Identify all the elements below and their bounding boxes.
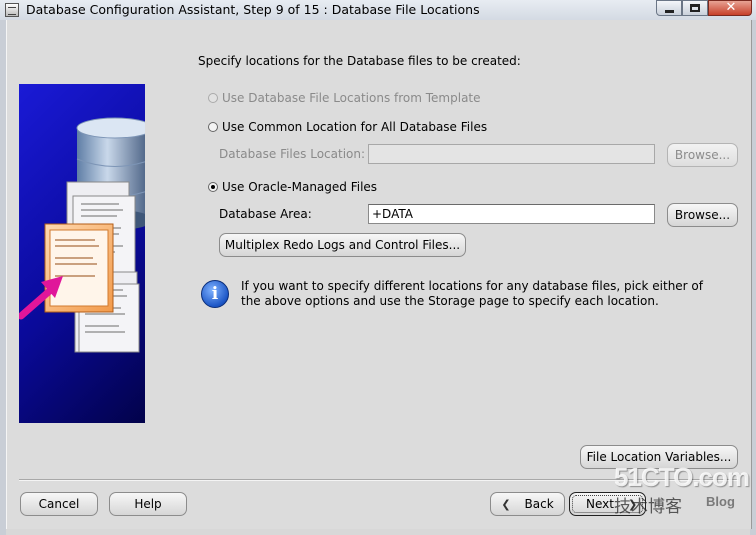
common-browse-button[interactable]: Browse... — [667, 143, 738, 167]
file-location-variables-button[interactable]: File Location Variables... — [580, 445, 738, 469]
radio-label: Use Database File Locations from Templat… — [222, 91, 481, 105]
page-heading: Specify locations for the Database files… — [198, 54, 521, 68]
radio-label: Use Common Location for All Database Fil… — [222, 120, 488, 134]
back-button[interactable]: ❮ Back — [490, 492, 565, 516]
next-label: Next — [586, 497, 614, 511]
close-button[interactable]: ✕ — [708, 0, 752, 16]
database-area-label: Database Area: — [219, 207, 312, 221]
radio-button[interactable] — [208, 93, 218, 103]
minimize-icon — [665, 10, 674, 13]
application-icon[interactable] — [5, 3, 19, 17]
database-files-location-label: Database Files Location: — [219, 147, 366, 161]
radio-oracle-managed-files[interactable]: Use Oracle-Managed Files — [208, 180, 377, 194]
back-label: Back — [524, 497, 554, 511]
document-stack — [44, 181, 140, 353]
database-illustration — [19, 84, 145, 423]
footer-separator — [19, 479, 739, 481]
chevron-left-icon: ❮ — [501, 497, 511, 511]
radio-button[interactable] — [208, 122, 218, 132]
database-files-location-input[interactable] — [368, 144, 655, 164]
next-button[interactable]: Next ❯ — [569, 492, 646, 516]
chevron-right-icon: ❯ — [627, 497, 638, 511]
close-icon: ✕ — [725, 0, 737, 15]
window-controls: ✕ — [656, 0, 752, 16]
cancel-button[interactable]: Cancel — [20, 492, 98, 516]
maximize-icon — [690, 4, 700, 12]
radio-template-locations[interactable]: Use Database File Locations from Templat… — [208, 91, 481, 105]
multiplex-redo-logs-button[interactable]: Multiplex Redo Logs and Control Files... — [219, 233, 466, 257]
info-icon: i — [201, 280, 229, 308]
info-message: If you want to specify different locatio… — [241, 279, 703, 308]
database-documents-image — [19, 117, 145, 353]
radio-button[interactable] — [208, 182, 218, 192]
radio-label: Use Oracle-Managed Files — [222, 180, 378, 194]
title-bar: Database Configuration Assistant, Step 9… — [0, 0, 756, 21]
window-title: Database Configuration Assistant, Step 9… — [26, 2, 480, 17]
maximize-button[interactable] — [682, 0, 708, 16]
database-area-browse-button[interactable]: Browse... — [667, 203, 738, 227]
help-button[interactable]: Help — [109, 492, 187, 516]
minimize-button[interactable] — [656, 0, 682, 16]
radio-common-location[interactable]: Use Common Location for All Database Fil… — [208, 120, 487, 134]
database-area-input[interactable] — [368, 204, 655, 224]
